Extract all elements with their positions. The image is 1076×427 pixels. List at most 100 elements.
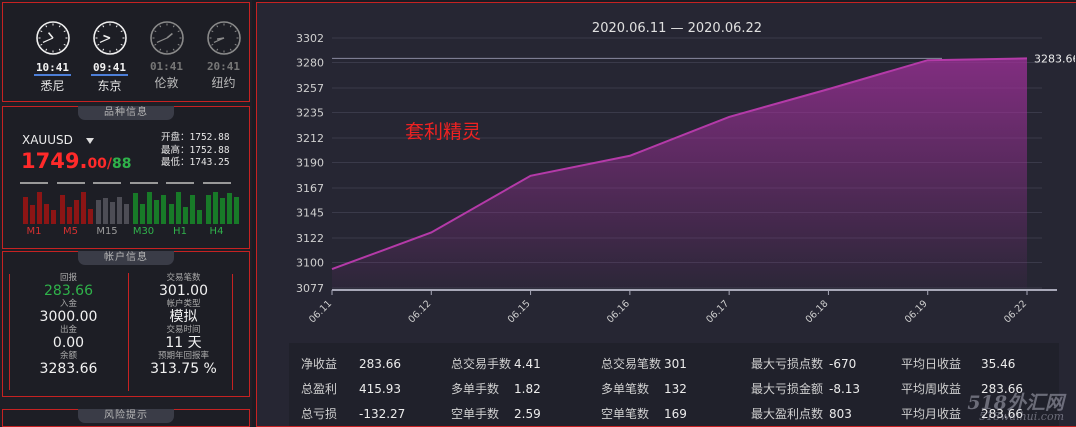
x-tick-label: 06.16	[605, 298, 632, 325]
clock-0: 10:41 悉尼	[24, 20, 81, 94]
strength-bar	[23, 197, 28, 224]
strength-bar	[233, 197, 239, 224]
account-field-label: 交易时间	[166, 325, 201, 335]
stat-value: 35.46	[981, 356, 1016, 371]
divider	[129, 182, 158, 184]
account-field: 预期年回报率 313.75 %	[126, 351, 241, 377]
account-field-value: 3000.00	[39, 309, 98, 325]
stat-label: 最大亏损点数	[751, 357, 824, 371]
y-tick-label: 3145	[296, 206, 324, 219]
open-value: 1752.88	[189, 132, 230, 143]
stat-label: 最大亏损金额	[751, 382, 824, 396]
stat-row: 平均周收益 283.66	[901, 376, 1023, 401]
x-tick-label: 06.17	[704, 298, 731, 325]
account-field-label: 预期年回报率	[157, 351, 209, 361]
stats-column: 净收益 283.66 总盈利 415.93 总亏损 -132.27	[301, 351, 405, 426]
divider	[202, 182, 231, 184]
x-tick-label: 06.18	[804, 298, 831, 325]
timeframe-m5[interactable]: M5	[56, 182, 94, 237]
timeframe-m30[interactable]: M30	[129, 182, 167, 237]
clock-face-icon	[206, 21, 241, 55]
world-clocks: 10:41 悉尼 09:41 东京 01:41 伦敦 20:41 纽约	[2, 2, 250, 102]
strength-bar	[110, 202, 115, 224]
chevron-down-icon[interactable]	[86, 138, 94, 144]
stats-column: 平均日收益 35.46 平均周收益 283.66 平均月收益 283.66	[901, 351, 1023, 426]
account-field-value: 模拟	[169, 309, 198, 325]
strength-bar	[80, 192, 86, 224]
strength-bar	[87, 209, 93, 224]
strength-bar	[160, 195, 166, 224]
strength-bar	[146, 192, 152, 224]
account-field-label: 出金	[59, 325, 77, 335]
account-field-value: 11 天	[165, 335, 202, 351]
stat-row: 最大亏损点数 -670	[751, 351, 856, 376]
y-tick-label: 3122	[296, 232, 324, 245]
stat-value: 132	[664, 381, 687, 396]
stat-value: 169	[664, 406, 687, 421]
divider	[20, 182, 48, 184]
y-tick-label: 3100	[296, 256, 324, 269]
clock-time: 09:41	[90, 61, 129, 76]
clock-city: 伦敦	[154, 76, 179, 90]
site-watermark-line1: 518外汇网	[967, 392, 1064, 414]
strength-bar	[190, 195, 195, 224]
stat-value: -132.27	[359, 406, 406, 421]
divider	[9, 274, 10, 390]
stat-value: -8.13	[829, 381, 861, 396]
stat-label: 多单手数	[451, 382, 500, 396]
stat-label: 总亏损	[301, 407, 338, 421]
timeframe-h4[interactable]: H4	[202, 182, 240, 237]
strength-bar	[205, 195, 211, 224]
symbol-selector[interactable]: XAUUSD	[22, 133, 73, 147]
strength-bar	[103, 198, 108, 224]
clock-city: 东京	[97, 79, 122, 93]
timeframe-h1[interactable]: H1	[166, 182, 203, 237]
strength-bar	[183, 207, 188, 224]
stat-value: 803	[829, 406, 852, 421]
stat-row: 总亏损 -132.27	[301, 401, 405, 426]
clock-face-icon	[35, 21, 70, 55]
account-field-label: 回报	[59, 273, 77, 283]
stats-column: 总交易手数 4.41 多单手数 1.82 空单手数 2.59	[451, 351, 541, 426]
y-tick-label: 3212	[296, 132, 324, 145]
account-field: 帐户类型 模拟	[126, 299, 241, 325]
y-tick-label: 3167	[296, 182, 324, 195]
price-ask: 88	[112, 156, 132, 172]
account-field: 入金 3000.00	[11, 299, 126, 325]
account-section-title: 帐户信息	[78, 251, 174, 265]
stat-row: 多单手数 1.82	[451, 376, 541, 401]
timeframe-m1[interactable]: M1	[20, 182, 57, 237]
stat-label: 多单笔数	[601, 382, 650, 396]
stat-row: 总盈利 415.93	[301, 376, 401, 401]
chart-title: 2020.06.11 — 2020.06.22	[592, 21, 762, 36]
timeframe-label: M1	[26, 226, 42, 237]
chart-overlay-text: 套利精灵	[405, 121, 482, 143]
clock-face-icon	[149, 21, 184, 55]
account-field-label: 余额	[59, 351, 77, 361]
strength-bar	[139, 204, 145, 224]
account-field-value: 313.75 %	[150, 361, 217, 377]
stat-row: 最大亏损金额 -8.13	[751, 376, 860, 401]
stat-label: 平均日收益	[901, 357, 962, 371]
x-tick-label: 06.12	[406, 298, 433, 325]
account-field: 交易笔数 301.00	[126, 273, 241, 299]
x-tick-label: 06.11	[307, 298, 334, 325]
strength-bar	[124, 204, 129, 224]
stat-value: 2.59	[514, 406, 541, 421]
account-field-label: 入金	[59, 299, 77, 309]
strength-bar	[73, 200, 79, 224]
account-field-label: 交易笔数	[166, 273, 201, 283]
divider	[56, 182, 85, 184]
clock-city: 悉尼	[40, 79, 65, 93]
account-field: 余额 3283.66	[11, 351, 126, 377]
timeframe-label: H1	[173, 226, 187, 237]
timeframe-m15[interactable]: M15	[93, 182, 130, 237]
clock-2: 01:41 伦敦	[138, 20, 195, 94]
price-display: 1749.00/88	[21, 149, 132, 173]
stat-label: 平均月收益	[901, 407, 962, 421]
stat-label: 总盈利	[301, 382, 338, 396]
y-tick-label: 3280	[296, 56, 324, 69]
timeframe-label: H4	[209, 226, 224, 237]
strength-bar	[44, 204, 49, 224]
account-field-value: 283.66	[44, 283, 93, 299]
